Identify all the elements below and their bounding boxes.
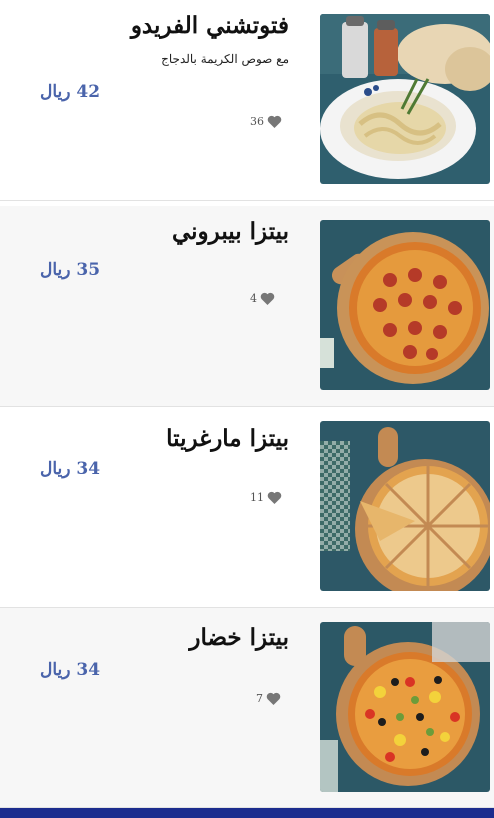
like-button[interactable]: 4 — [250, 292, 275, 305]
like-count: 11 — [250, 491, 264, 504]
pasta-plate-image[interactable] — [320, 14, 490, 184]
heart-icon — [260, 292, 275, 305]
like-count: 4 — [250, 292, 257, 305]
menu-item-card[interactable]: بيتزا بيبروني 35 ريال 4 — [0, 206, 494, 407]
item-price: 34 ريال — [40, 459, 101, 479]
item-price: 42 ريال — [40, 82, 101, 102]
like-count: 7 — [256, 692, 263, 705]
vegetable-pizza-image[interactable] — [320, 622, 490, 792]
heart-icon — [267, 115, 282, 128]
pepperoni-pizza-image[interactable] — [320, 220, 490, 390]
item-price: 35 ريال — [40, 260, 101, 280]
menu-item-card[interactable]: بيتزا خضار 34 ريال 7 — [0, 608, 494, 808]
like-count: 36 — [250, 115, 264, 128]
item-title: بيتزا خضار — [189, 624, 289, 651]
menu-list: فتوتشني الفريدو مع صوص الكريمة بالدجاج 4… — [0, 0, 494, 818]
item-title: بيتزا مارغريتا — [166, 425, 289, 452]
item-title: بيتزا بيبروني — [171, 218, 289, 245]
item-title: فتوتشني الفريدو — [130, 12, 289, 39]
item-price: 34 ريال — [40, 660, 101, 680]
heart-icon — [267, 491, 282, 504]
like-button[interactable]: 7 — [256, 692, 281, 705]
item-description: مع صوص الكريمة بالدجاج — [161, 52, 289, 66]
like-button[interactable]: 36 — [250, 115, 282, 128]
margherita-pizza-image[interactable] — [320, 421, 490, 591]
bottom-bar — [0, 808, 494, 818]
menu-item-card[interactable]: فتوتشني الفريدو مع صوص الكريمة بالدجاج 4… — [0, 0, 494, 201]
menu-item-card[interactable]: بيتزا مارغريتا 34 ريال 11 — [0, 407, 494, 608]
like-button[interactable]: 11 — [250, 491, 282, 504]
heart-icon — [266, 692, 281, 705]
